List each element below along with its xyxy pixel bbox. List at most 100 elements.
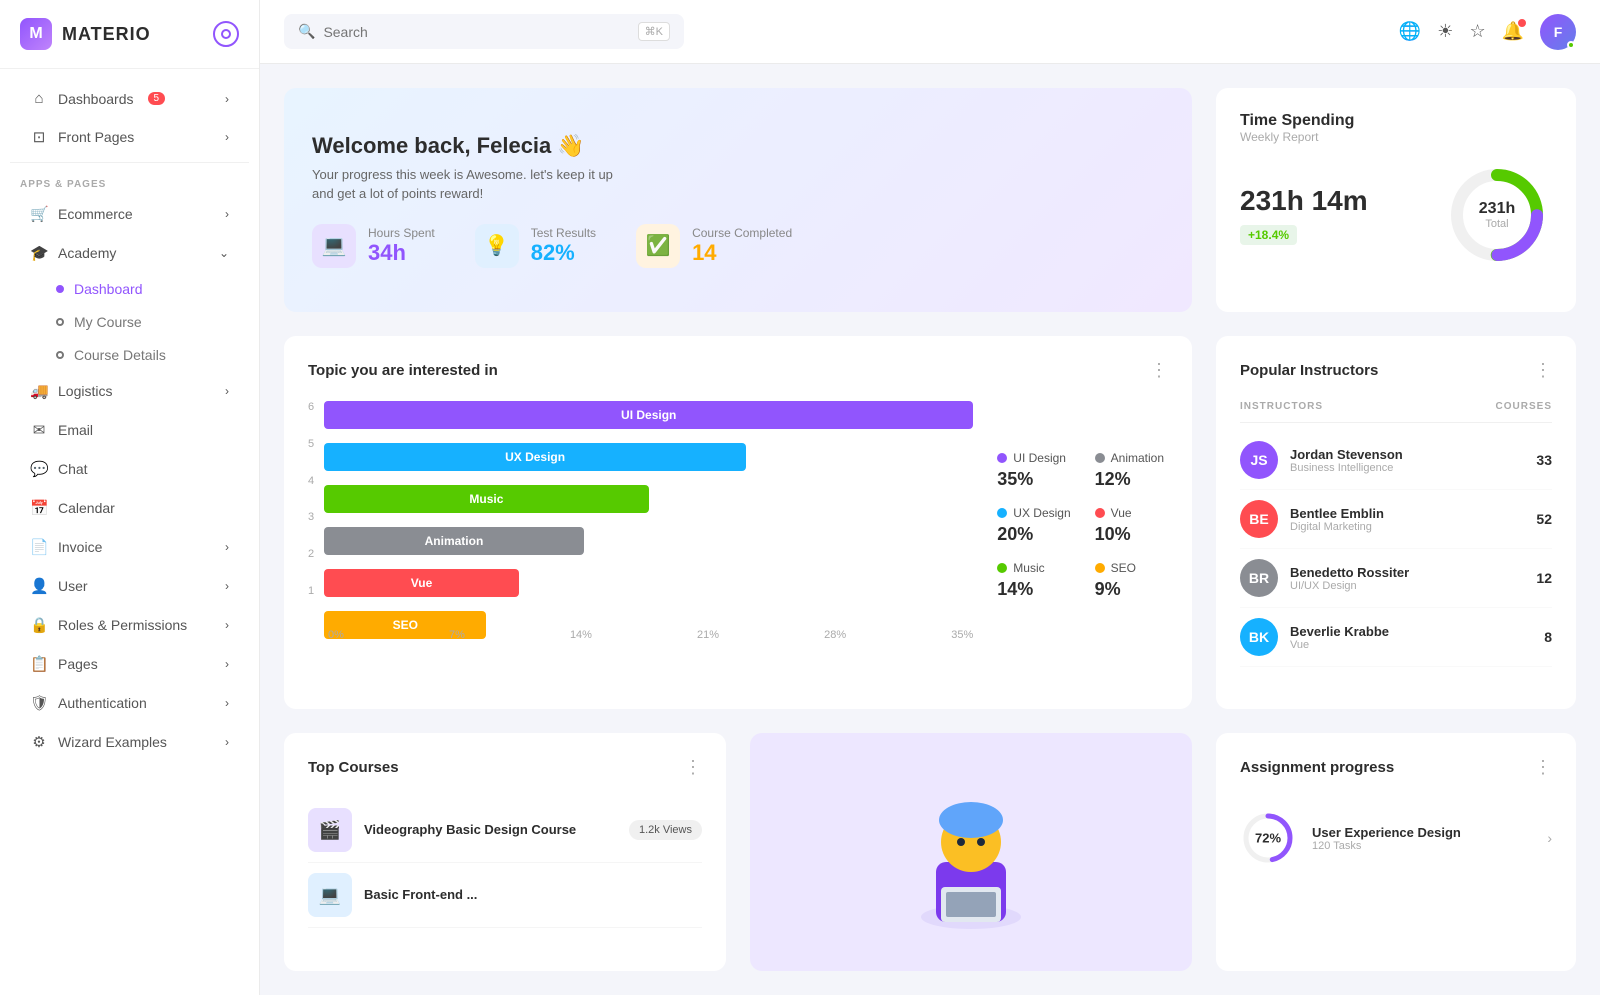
assignment-title: Assignment progress xyxy=(1240,759,1394,776)
pages-icon: ⊡ xyxy=(30,128,48,146)
table-row: BE Bentlee Emblin Digital Marketing 52 xyxy=(1240,490,1552,549)
sidebar-item-wizard[interactable]: ⚙ Wizard Examples › xyxy=(10,723,249,761)
sidebar-item-dashboards[interactable]: ⌂ Dashboards 5 › xyxy=(10,80,249,117)
sidebar-item-chat[interactable]: 💬 Chat xyxy=(10,450,249,488)
bottom-row: Top Courses ⋮ 🎬 Videography Basic Design… xyxy=(284,733,1576,971)
welcome-subtitle: Your progress this week is Awesome. let'… xyxy=(312,165,792,204)
legend-dot xyxy=(997,563,1007,573)
email-icon: ✉ xyxy=(30,421,48,439)
chevron-right-icon: › xyxy=(225,696,229,710)
progress-pct: 72% xyxy=(1255,831,1281,846)
inactive-dot xyxy=(56,318,64,326)
topbar: 🔍 ⌘K 🌐 ☀ ☆ 🔔 F xyxy=(260,0,1600,64)
illustration-card xyxy=(750,733,1192,971)
search-shortcut: ⌘K xyxy=(638,22,670,41)
sidebar-sub-item-dashboard[interactable]: Dashboard xyxy=(10,273,249,305)
stat-test: 💡 Test Results 82% xyxy=(475,224,596,268)
sidebar-item-logistics[interactable]: 🚚 Logistics › xyxy=(10,372,249,410)
active-dot xyxy=(56,285,64,293)
calendar-icon: 📅 xyxy=(30,499,48,517)
hours-icon-box: 💻 xyxy=(312,224,356,268)
sidebar-item-invoice[interactable]: 📄 Invoice › xyxy=(10,528,249,566)
legend-dot xyxy=(1095,453,1105,463)
sidebar-item-email[interactable]: ✉ Email xyxy=(10,411,249,449)
donut-value: 231h xyxy=(1479,200,1515,218)
welcome-title: Welcome back, Felecia 👋 xyxy=(312,133,792,159)
avatar: JS xyxy=(1240,441,1278,479)
instructors-table: INSTRUCTORS COURSES JS Jordan Stevenson … xyxy=(1240,401,1552,667)
chevron-right-icon: › xyxy=(225,207,229,221)
theme-icon[interactable]: ☀ xyxy=(1437,21,1453,42)
chevron-right-icon: › xyxy=(225,384,229,398)
logo-text: MATERIO xyxy=(62,24,151,45)
sidebar-sub-item-mycourse[interactable]: My Course xyxy=(10,306,249,338)
top-courses-menu[interactable]: ⋮ xyxy=(684,757,702,778)
chevron-right-icon[interactable]: › xyxy=(1547,830,1552,846)
illustration-svg xyxy=(881,762,1061,942)
donut-sub: Total xyxy=(1479,218,1515,230)
test-icon-box: 💡 xyxy=(475,224,519,268)
bar-ui-design: UI Design xyxy=(324,401,973,429)
stat-course: ✅ Course Completed 14 xyxy=(636,224,792,268)
invoice-icon: 📄 xyxy=(30,538,48,556)
time-title: Time Spending xyxy=(1240,112,1552,130)
y-axis: 6 5 4 3 2 1 xyxy=(308,401,324,601)
user-icon: 👤 xyxy=(30,577,48,595)
wizard-icon: ⚙ xyxy=(30,733,48,751)
top-courses-card: Top Courses ⋮ 🎬 Videography Basic Design… xyxy=(284,733,726,971)
topics-card: Topic you are interested in ⋮ 6 5 4 3 2 xyxy=(284,336,1192,709)
logo-icon: M xyxy=(20,18,52,50)
search-icon: 🔍 xyxy=(298,23,315,40)
legend-vue: Vue 10% xyxy=(1095,506,1168,545)
translate-icon[interactable]: 🌐 xyxy=(1399,21,1421,42)
course-thumb: 🎬 xyxy=(308,808,352,852)
legend-seo: SEO 9% xyxy=(1095,561,1168,600)
chevron-right-icon: › xyxy=(225,579,229,593)
sidebar-item-academy[interactable]: 🎓 Academy ⌄ xyxy=(10,234,249,272)
chevron-down-icon: ⌄ xyxy=(219,246,229,260)
instructors-card: Popular Instructors ⋮ INSTRUCTORS COURSE… xyxy=(1216,336,1576,709)
instructors-menu[interactable]: ⋮ xyxy=(1534,360,1552,381)
topics-menu[interactable]: ⋮ xyxy=(1150,360,1168,381)
top-courses-title: Top Courses xyxy=(308,759,399,776)
sidebar-item-user[interactable]: 👤 User › xyxy=(10,567,249,605)
sidebar-item-ecommerce[interactable]: 🛒 Ecommerce › xyxy=(10,195,249,233)
welcome-card: Welcome back, Felecia 👋 Your progress th… xyxy=(284,88,1192,312)
inactive-dot xyxy=(56,351,64,359)
academy-icon: 🎓 xyxy=(30,244,48,262)
legend-dot xyxy=(997,453,1007,463)
table-row: BK Beverlie Krabbe Vue 8 xyxy=(1240,608,1552,667)
sidebar-item-pages[interactable]: 📋 Pages › xyxy=(10,645,249,683)
legend-dot xyxy=(997,508,1007,518)
chat-icon: 💬 xyxy=(30,460,48,478)
sidebar-item-authentication[interactable]: 🛡 Authentication › xyxy=(10,684,249,722)
assignment-card: Assignment progress ⋮ 72% User Experienc… xyxy=(1216,733,1576,971)
chevron-right-icon: › xyxy=(225,657,229,671)
search-box[interactable]: 🔍 ⌘K xyxy=(284,14,684,49)
favorites-icon[interactable]: ☆ xyxy=(1469,21,1485,42)
bar-vue: Vue xyxy=(324,569,973,597)
table-row: BR Benedetto Rossiter UI/UX Design 12 xyxy=(1240,549,1552,608)
sidebar-item-roles[interactable]: 🔒 Roles & Permissions › xyxy=(10,606,249,644)
chevron-right-icon: › xyxy=(225,92,229,106)
notification-dot xyxy=(1518,19,1526,27)
notification-icon[interactable]: 🔔 xyxy=(1502,21,1524,42)
chevron-right-icon: › xyxy=(225,735,229,749)
views-badge: 1.2k Views xyxy=(629,820,702,840)
course-thumb: 💻 xyxy=(308,873,352,917)
chevron-right-icon: › xyxy=(225,130,229,144)
sidebar-item-frontpages[interactable]: ⊡ Front Pages › xyxy=(10,118,249,156)
assignment-menu[interactable]: ⋮ xyxy=(1534,757,1552,778)
sidebar-sub-item-coursedetails[interactable]: Course Details xyxy=(10,339,249,371)
search-input[interactable] xyxy=(323,24,629,40)
chevron-right-icon: › xyxy=(225,618,229,632)
bar-animation: Animation xyxy=(324,527,973,555)
legend-dot xyxy=(1095,508,1105,518)
list-item: 72% User Experience Design 120 Tasks › xyxy=(1240,798,1552,878)
user-avatar[interactable]: F xyxy=(1540,14,1576,50)
ecommerce-icon: 🛒 xyxy=(30,205,48,223)
sidebar-item-calendar[interactable]: 📅 Calendar xyxy=(10,489,249,527)
instructors-title: Popular Instructors xyxy=(1240,362,1378,379)
record-button[interactable] xyxy=(213,21,239,47)
topics-title: Topic you are interested in xyxy=(308,362,498,379)
